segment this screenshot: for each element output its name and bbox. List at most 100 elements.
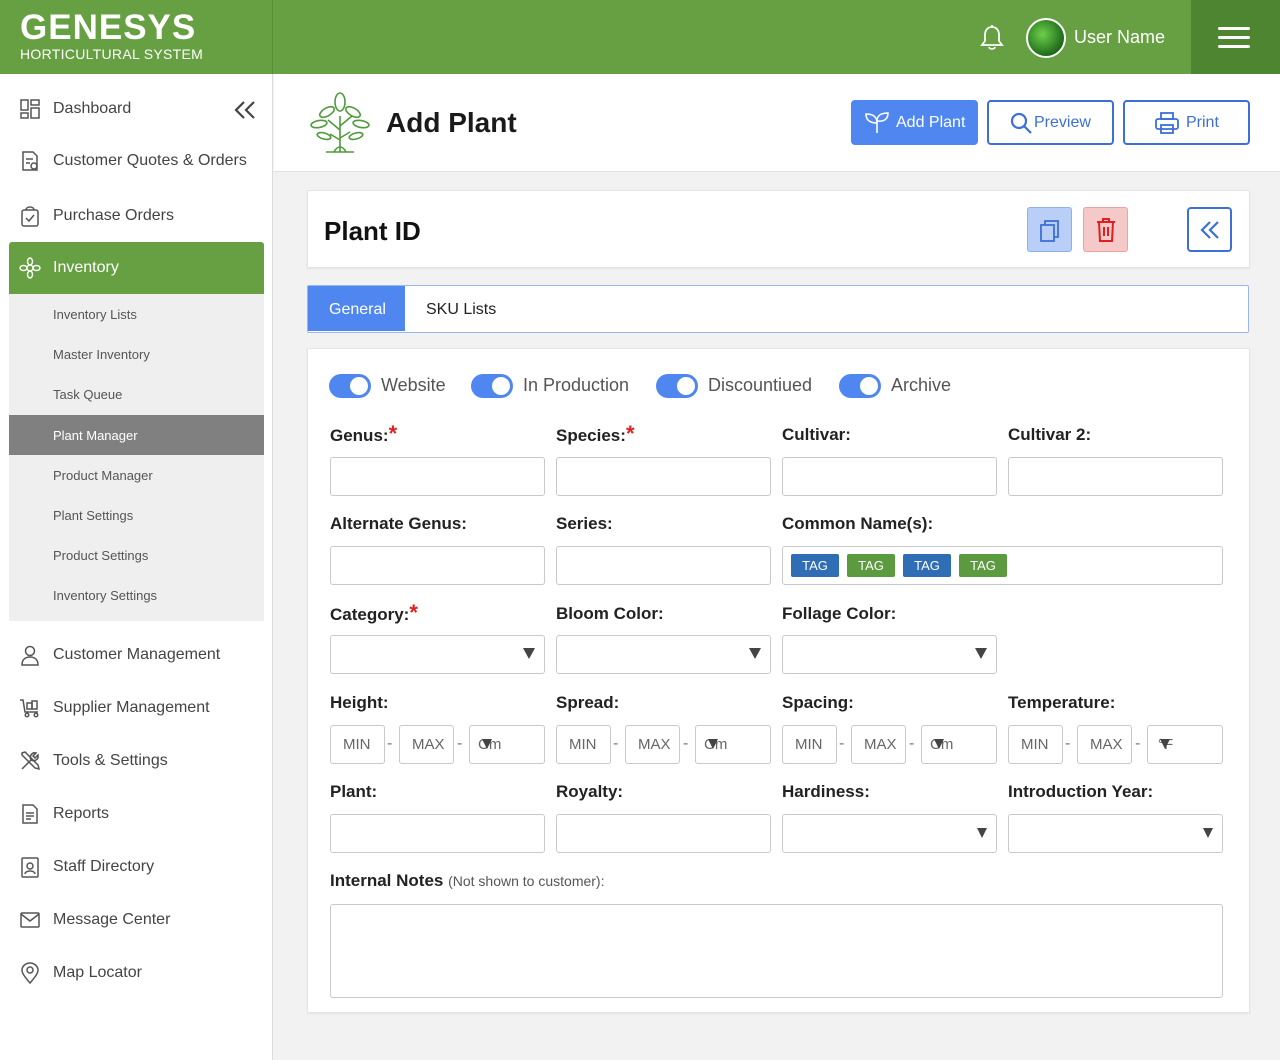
sidebar-item-staff-directory[interactable]: Staff Directory	[0, 841, 272, 893]
toggle-label: Website	[381, 375, 446, 395]
add-plant-button[interactable]: Add Plant	[851, 100, 978, 145]
in-production-toggle[interactable]: In Production	[471, 374, 636, 398]
introduction-year-select[interactable]	[1008, 814, 1223, 853]
dropdown-caret-icon	[708, 739, 718, 749]
preview-label: Preview	[1034, 113, 1091, 131]
common-name-tag[interactable]: TAG	[791, 554, 839, 577]
discontinued-toggle[interactable]: Discountiued	[656, 374, 821, 398]
temperature-min-input[interactable]: MIN	[1008, 725, 1063, 764]
height-unit-select[interactable]: Cm	[469, 725, 545, 764]
internal-notes-label: Internal Notes (Not shown to customer):	[330, 871, 604, 891]
tab-sku-lists[interactable]: SKU Lists	[405, 286, 525, 331]
plant-input[interactable]	[330, 814, 545, 853]
hamburger-menu-button[interactable]	[1191, 0, 1280, 74]
royalty-input[interactable]	[556, 814, 771, 853]
submenu-item-task-queue[interactable]: Task Queue	[9, 374, 264, 414]
sidebar-item-dashboard[interactable]: Dashboard	[0, 83, 272, 135]
user-name[interactable]: User Name	[1074, 27, 1165, 48]
range-dash: -	[387, 735, 393, 752]
tab-bar: General SKU Lists	[307, 285, 1249, 333]
category-select[interactable]	[330, 635, 545, 674]
sidebar-item-map-locator[interactable]: Map Locator	[0, 947, 272, 999]
header-divider	[272, 0, 273, 74]
archive-toggle[interactable]: Archive	[839, 374, 959, 398]
placeholder-text: MAX	[864, 736, 897, 753]
tab-label: SKU Lists	[426, 301, 497, 318]
series-input[interactable]	[556, 546, 771, 585]
bloom-color-select[interactable]	[556, 635, 771, 674]
message-icon	[20, 912, 40, 928]
submenu-item-inventory-lists[interactable]: Inventory Lists	[9, 294, 264, 334]
submenu-item-label: Task Queue	[53, 387, 123, 402]
height-max-input[interactable]: MAX	[399, 725, 454, 764]
range-dash: -	[909, 735, 915, 752]
submenu-item-label: Inventory Lists	[53, 307, 137, 322]
sidebar-item-reports[interactable]: Reports	[0, 788, 272, 840]
species-input[interactable]	[556, 457, 771, 496]
delete-button[interactable]	[1083, 207, 1128, 252]
sidebar-item-label: Supplier Management	[53, 699, 210, 716]
inventory-submenu: Inventory Lists Master Inventory Task Qu…	[9, 294, 264, 621]
plant-id-title: Plant ID	[324, 216, 421, 246]
sidebar-item-tools-settings[interactable]: Tools & Settings	[0, 735, 272, 787]
spread-max-input[interactable]: MAX	[625, 725, 680, 764]
spread-min-input[interactable]: MIN	[556, 725, 611, 764]
range-dash: -	[1065, 735, 1071, 752]
avatar[interactable]	[1026, 18, 1066, 58]
height-min-input[interactable]: MIN	[330, 725, 385, 764]
seedling-icon	[865, 111, 889, 133]
toggle-switch[interactable]	[471, 374, 513, 398]
sidebar-item-purchase-orders[interactable]: Purchase Orders	[0, 190, 272, 242]
cultivar2-input[interactable]	[1008, 457, 1223, 496]
toggle-switch[interactable]	[329, 374, 371, 398]
toggle-switch[interactable]	[839, 374, 881, 398]
sidebar-item-inventory[interactable]: Inventory	[9, 242, 264, 294]
hardiness-select[interactable]	[782, 814, 997, 853]
print-button[interactable]: Print	[1123, 100, 1250, 145]
spacing-max-input[interactable]: MAX	[851, 725, 906, 764]
submenu-item-plant-settings[interactable]: Plant Settings	[9, 495, 264, 535]
website-toggle[interactable]: Website	[329, 374, 454, 398]
cultivar2-label: Cultivar 2:	[1008, 425, 1092, 444]
sidebar-item-customer-quotes[interactable]: Customer Quotes & Orders	[0, 135, 272, 187]
species-label: Species:*	[556, 423, 635, 446]
bell-icon[interactable]	[979, 24, 1005, 52]
sidebar-item-message-center[interactable]: Message Center	[0, 894, 272, 946]
temperature-unit-select[interactable]: °F	[1147, 725, 1223, 764]
sidebar-item-supplier-management[interactable]: Supplier Management	[0, 682, 272, 734]
spacing-label: Spacing:	[782, 693, 854, 712]
collapse-sidebar-icon[interactable]	[234, 100, 256, 120]
collapse-panel-button[interactable]	[1187, 207, 1232, 252]
temperature-max-input[interactable]: MAX	[1077, 725, 1132, 764]
foliage-color-select[interactable]	[782, 635, 997, 674]
alternate-genus-input[interactable]	[330, 546, 545, 585]
logo[interactable]: GENESYS HORTICULTURAL SYSTEM	[20, 10, 203, 63]
tab-general[interactable]: General	[308, 286, 405, 331]
submenu-item-label: Inventory Settings	[53, 588, 158, 603]
submenu-item-product-settings[interactable]: Product Settings	[9, 535, 264, 575]
sidebar-item-label: Message Center	[53, 911, 171, 928]
menu-bar-icon	[1218, 36, 1250, 39]
submenu-item-product-manager[interactable]: Product Manager	[9, 455, 264, 495]
spacing-min-input[interactable]: MIN	[782, 725, 837, 764]
common-name-tag[interactable]: TAG	[847, 554, 895, 577]
submenu-item-plant-manager[interactable]: Plant Manager	[9, 415, 264, 455]
purchase-orders-icon	[21, 206, 39, 227]
cultivar-input[interactable]	[782, 457, 997, 496]
toggle-switch[interactable]	[656, 374, 698, 398]
genus-input[interactable]	[330, 457, 545, 496]
internal-notes-textarea[interactable]	[330, 904, 1223, 998]
common-name-tag[interactable]: TAG	[903, 554, 951, 577]
copy-button[interactable]	[1027, 207, 1072, 252]
submenu-item-master-inventory[interactable]: Master Inventory	[9, 334, 264, 374]
add-plant-label: Add Plant	[896, 113, 966, 131]
spacing-unit-select[interactable]: Cm	[921, 725, 997, 764]
spread-unit-select[interactable]: Cm	[695, 725, 771, 764]
submenu-item-inventory-settings[interactable]: Inventory Settings	[9, 575, 264, 615]
sidebar-item-customer-management[interactable]: Customer Management	[0, 629, 272, 681]
placeholder-text: MIN	[1021, 736, 1049, 753]
reports-icon	[22, 804, 38, 824]
preview-button[interactable]: Preview	[987, 100, 1114, 145]
plant-id-card: Plant ID	[307, 190, 1250, 268]
common-name-tag[interactable]: TAG	[959, 554, 1007, 577]
